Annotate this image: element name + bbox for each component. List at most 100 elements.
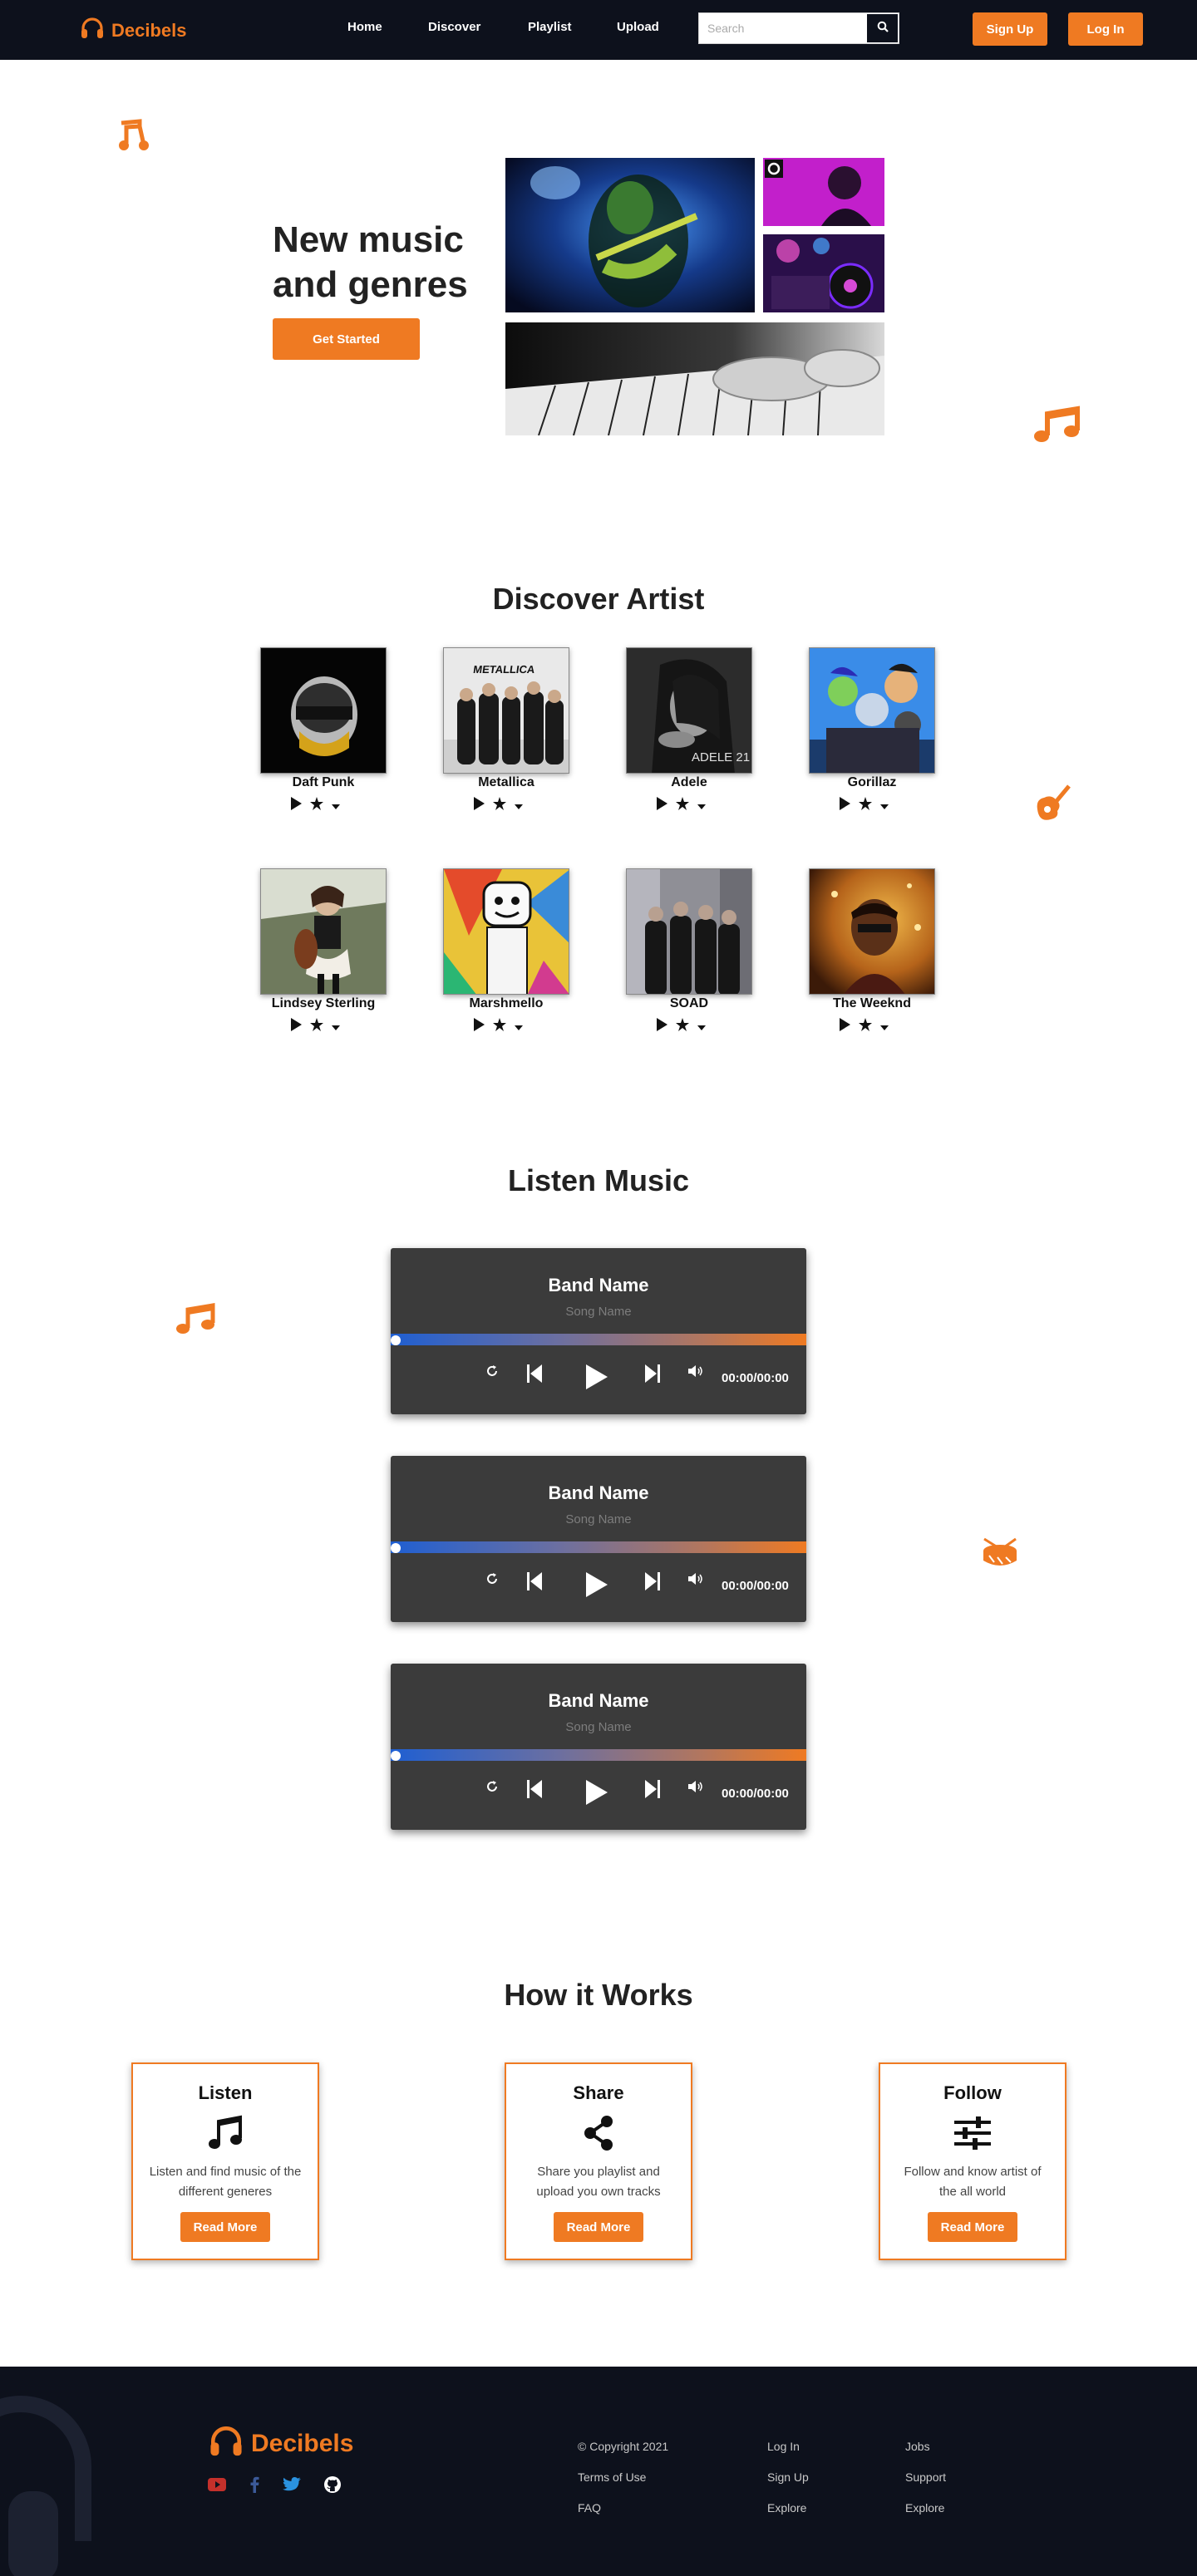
chevron-down-icon[interactable] [515, 1020, 523, 1035]
chevron-down-icon[interactable] [880, 799, 889, 814]
star-icon[interactable] [310, 1018, 323, 1035]
repeat-icon[interactable] [485, 1780, 499, 1793]
brand-name: Decibels [111, 19, 187, 41]
soad-image[interactable] [626, 868, 752, 995]
nav-home[interactable]: Home [347, 20, 382, 34]
read-more-button[interactable]: Read More [554, 2212, 643, 2242]
card-title: Share [573, 2082, 624, 2103]
chevron-down-icon[interactable] [515, 799, 523, 814]
card-text: Share you playlist and upload you own tr… [536, 2165, 661, 2199]
how-card-share: Share Share you playlist and upload you … [505, 2062, 692, 2260]
progress-bar[interactable] [391, 1541, 806, 1553]
nav-upload[interactable]: Upload [617, 20, 659, 34]
play-icon[interactable] [656, 1018, 667, 1035]
song-name: Song Name [565, 1512, 632, 1526]
artist-name: SOAD [669, 996, 709, 1010]
play-icon[interactable] [290, 1018, 302, 1035]
lindsey-sterling-image[interactable] [260, 868, 387, 995]
chevron-down-icon[interactable] [880, 1020, 889, 1035]
artist-controls [473, 1018, 523, 1035]
music-notes-icon [175, 1303, 218, 1340]
next-icon[interactable] [645, 1780, 660, 1798]
nav-playlist[interactable]: Playlist [528, 20, 572, 34]
star-icon[interactable] [493, 797, 506, 814]
progress-bar[interactable] [391, 1749, 806, 1761]
footer: Decibels © Copyright 2021 Terms of Use F… [0, 2367, 1197, 2576]
previous-icon[interactable] [527, 1572, 542, 1590]
artist-controls [473, 797, 523, 814]
progress-bar[interactable] [391, 1334, 806, 1345]
piano-hands-image [505, 322, 884, 435]
chevron-down-icon[interactable] [697, 1020, 706, 1035]
twitter-icon[interactable] [283, 2477, 301, 2496]
metallica-image[interactable]: METALLICA [443, 647, 569, 774]
volume-icon[interactable] [688, 1780, 703, 1793]
chevron-down-icon[interactable] [332, 799, 340, 814]
login-button[interactable]: Log In [1068, 12, 1143, 46]
facebook-icon[interactable] [249, 2476, 259, 2497]
youtube-icon[interactable] [208, 2478, 226, 2495]
artist-name: Lindsey Sterling [271, 996, 376, 1010]
daft-punk-image[interactable] [260, 647, 387, 774]
star-icon[interactable] [676, 1018, 689, 1035]
metallica-logo: METALLICA [472, 663, 536, 676]
star-icon[interactable] [859, 797, 872, 814]
footer-login-link[interactable]: Log In [767, 2440, 809, 2454]
search-button[interactable] [866, 13, 899, 43]
footer-signup-link[interactable]: Sign Up [767, 2470, 809, 2485]
footer-explore-link[interactable]: Explore [905, 2501, 946, 2515]
play-icon[interactable] [473, 1018, 485, 1035]
previous-icon[interactable] [527, 1364, 542, 1383]
footer-brand[interactable]: Decibels [208, 2425, 353, 2462]
next-icon[interactable] [645, 1572, 660, 1590]
music-player: Band Name Song Name 00:00/00:00 [391, 1248, 806, 1414]
repeat-icon[interactable] [485, 1572, 499, 1585]
volume-icon[interactable] [688, 1572, 703, 1585]
star-icon[interactable] [676, 797, 689, 814]
progress-handle[interactable] [391, 1751, 401, 1761]
footer-terms-link[interactable]: Terms of Use [578, 2470, 668, 2485]
star-icon[interactable] [493, 1018, 506, 1035]
volume-icon[interactable] [688, 1364, 703, 1378]
footer-faq-link[interactable]: FAQ [578, 2501, 668, 2515]
marshmello-image[interactable] [443, 868, 569, 995]
the-weeknd-image[interactable] [809, 868, 935, 995]
progress-handle[interactable] [391, 1543, 401, 1553]
headphones-icon [80, 17, 105, 44]
brand-logo[interactable]: Decibels [80, 17, 187, 44]
play-icon[interactable] [473, 797, 485, 814]
progress-handle[interactable] [391, 1335, 401, 1345]
read-more-button[interactable]: Read More [928, 2212, 1017, 2242]
read-more-button[interactable]: Read More [180, 2212, 270, 2242]
song-name: Song Name [565, 1720, 632, 1734]
artist-name: Marshmello [469, 996, 544, 1010]
star-icon[interactable] [310, 797, 323, 814]
chevron-down-icon[interactable] [332, 1020, 340, 1035]
play-button[interactable] [586, 1780, 608, 1805]
adele-image[interactable]: ADELE 21 [626, 647, 752, 774]
play-button[interactable] [586, 1364, 608, 1389]
nav-discover[interactable]: Discover [428, 20, 480, 34]
play-button[interactable] [586, 1572, 608, 1597]
star-icon[interactable] [859, 1018, 872, 1035]
play-icon[interactable] [839, 797, 850, 814]
footer-explore-link[interactable]: Explore [767, 2501, 809, 2515]
repeat-icon[interactable] [485, 1364, 499, 1378]
play-icon[interactable] [839, 1018, 850, 1035]
chevron-down-icon[interactable] [697, 799, 706, 814]
get-started-button[interactable]: Get Started [273, 318, 420, 360]
signup-button[interactable]: Sign Up [973, 12, 1047, 46]
footer-jobs-link[interactable]: Jobs [905, 2440, 946, 2454]
play-icon[interactable] [290, 797, 302, 814]
artist-name: Daft Punk [292, 775, 355, 789]
discover-title: Discover Artist [492, 582, 705, 616]
gorillaz-image[interactable] [809, 647, 935, 774]
music-notes-icon [116, 118, 155, 159]
previous-icon[interactable] [527, 1780, 542, 1798]
github-icon[interactable] [324, 2476, 341, 2497]
search-input[interactable] [699, 13, 866, 43]
artist-controls [839, 797, 889, 814]
footer-support-link[interactable]: Support [905, 2470, 946, 2485]
play-icon[interactable] [656, 797, 667, 814]
next-icon[interactable] [645, 1364, 660, 1383]
